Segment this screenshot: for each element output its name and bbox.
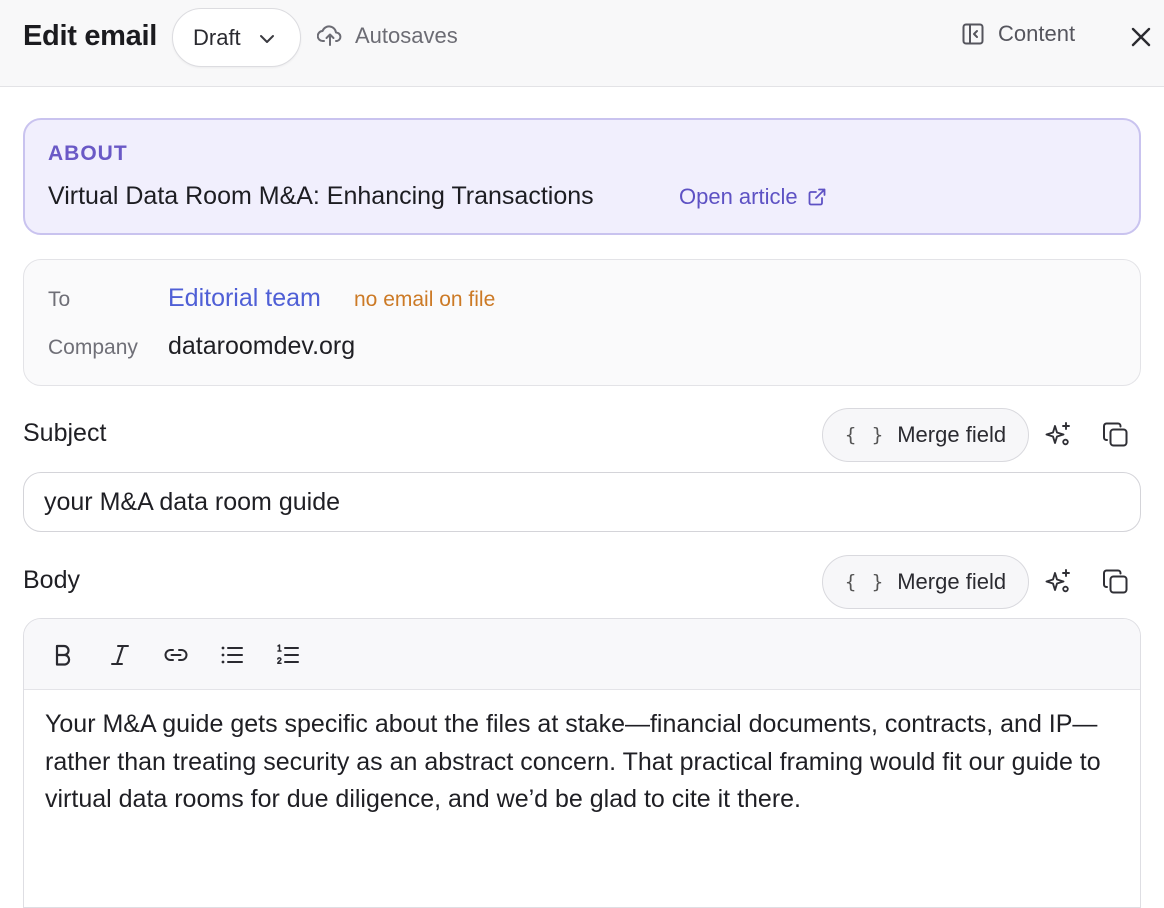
braces-icon: { } xyxy=(844,424,886,446)
autosave-label: Autosaves xyxy=(355,23,458,48)
sidebar-collapse-icon xyxy=(962,23,984,45)
content-panel-toggle[interactable]: Content xyxy=(961,21,1075,47)
no-email-warning: no email on file xyxy=(354,288,496,311)
to-label: To xyxy=(48,288,71,311)
about-card: ABOUT Virtual Data Room M&A: Enhancing T… xyxy=(23,118,1141,235)
merge-field-label: Merge field xyxy=(897,422,1007,447)
link-icon[interactable] xyxy=(163,642,189,668)
copy-icon[interactable] xyxy=(1101,567,1131,597)
status-dropdown[interactable]: Draft xyxy=(172,8,301,67)
sparkles-icon[interactable] xyxy=(1043,567,1073,597)
page-title: Edit email xyxy=(23,20,157,52)
body-merge-field-button[interactable]: { } Merge field xyxy=(822,555,1029,609)
braces-icon: { } xyxy=(844,571,886,593)
open-article-link[interactable]: Open article xyxy=(679,184,827,210)
subject-label: Subject xyxy=(23,419,107,447)
merge-field-label: Merge field xyxy=(897,569,1007,594)
cloud-upload-icon xyxy=(317,25,342,46)
subject-input[interactable] xyxy=(23,472,1141,532)
external-link-icon xyxy=(808,188,826,206)
to-recipient[interactable]: Editorial team xyxy=(168,284,321,313)
company-value: dataroomdev.org xyxy=(168,332,356,360)
subject-merge-field-button[interactable]: { } Merge field xyxy=(822,408,1029,462)
body-text[interactable]: Your M&A guide gets specific about the f… xyxy=(45,706,1125,819)
bold-icon[interactable] xyxy=(50,642,76,668)
editor-header: Edit email Draft Autosaves Content xyxy=(0,0,1164,87)
formatting-toolbar xyxy=(24,619,1140,690)
body-label: Body xyxy=(23,566,80,594)
article-title: Virtual Data Room M&A: Enhancing Transac… xyxy=(48,182,594,210)
italic-icon[interactable] xyxy=(107,642,133,668)
about-label: ABOUT xyxy=(48,142,128,165)
sparkles-icon[interactable] xyxy=(1043,420,1073,450)
body-editor[interactable]: Your M&A guide gets specific about the f… xyxy=(23,618,1141,908)
numbered-list-icon[interactable] xyxy=(275,642,301,668)
chevron-down-icon xyxy=(260,35,274,43)
open-article-label: Open article xyxy=(679,184,798,209)
recipient-card: To Editorial team no email on file Compa… xyxy=(23,259,1141,386)
content-label: Content xyxy=(998,21,1076,46)
close-icon[interactable] xyxy=(1129,25,1153,49)
status-value: Draft xyxy=(193,24,241,50)
company-label: Company xyxy=(48,336,138,359)
copy-icon[interactable] xyxy=(1101,420,1131,450)
bulleted-list-icon[interactable] xyxy=(219,642,245,668)
autosave-indicator: Autosaves xyxy=(317,23,458,49)
